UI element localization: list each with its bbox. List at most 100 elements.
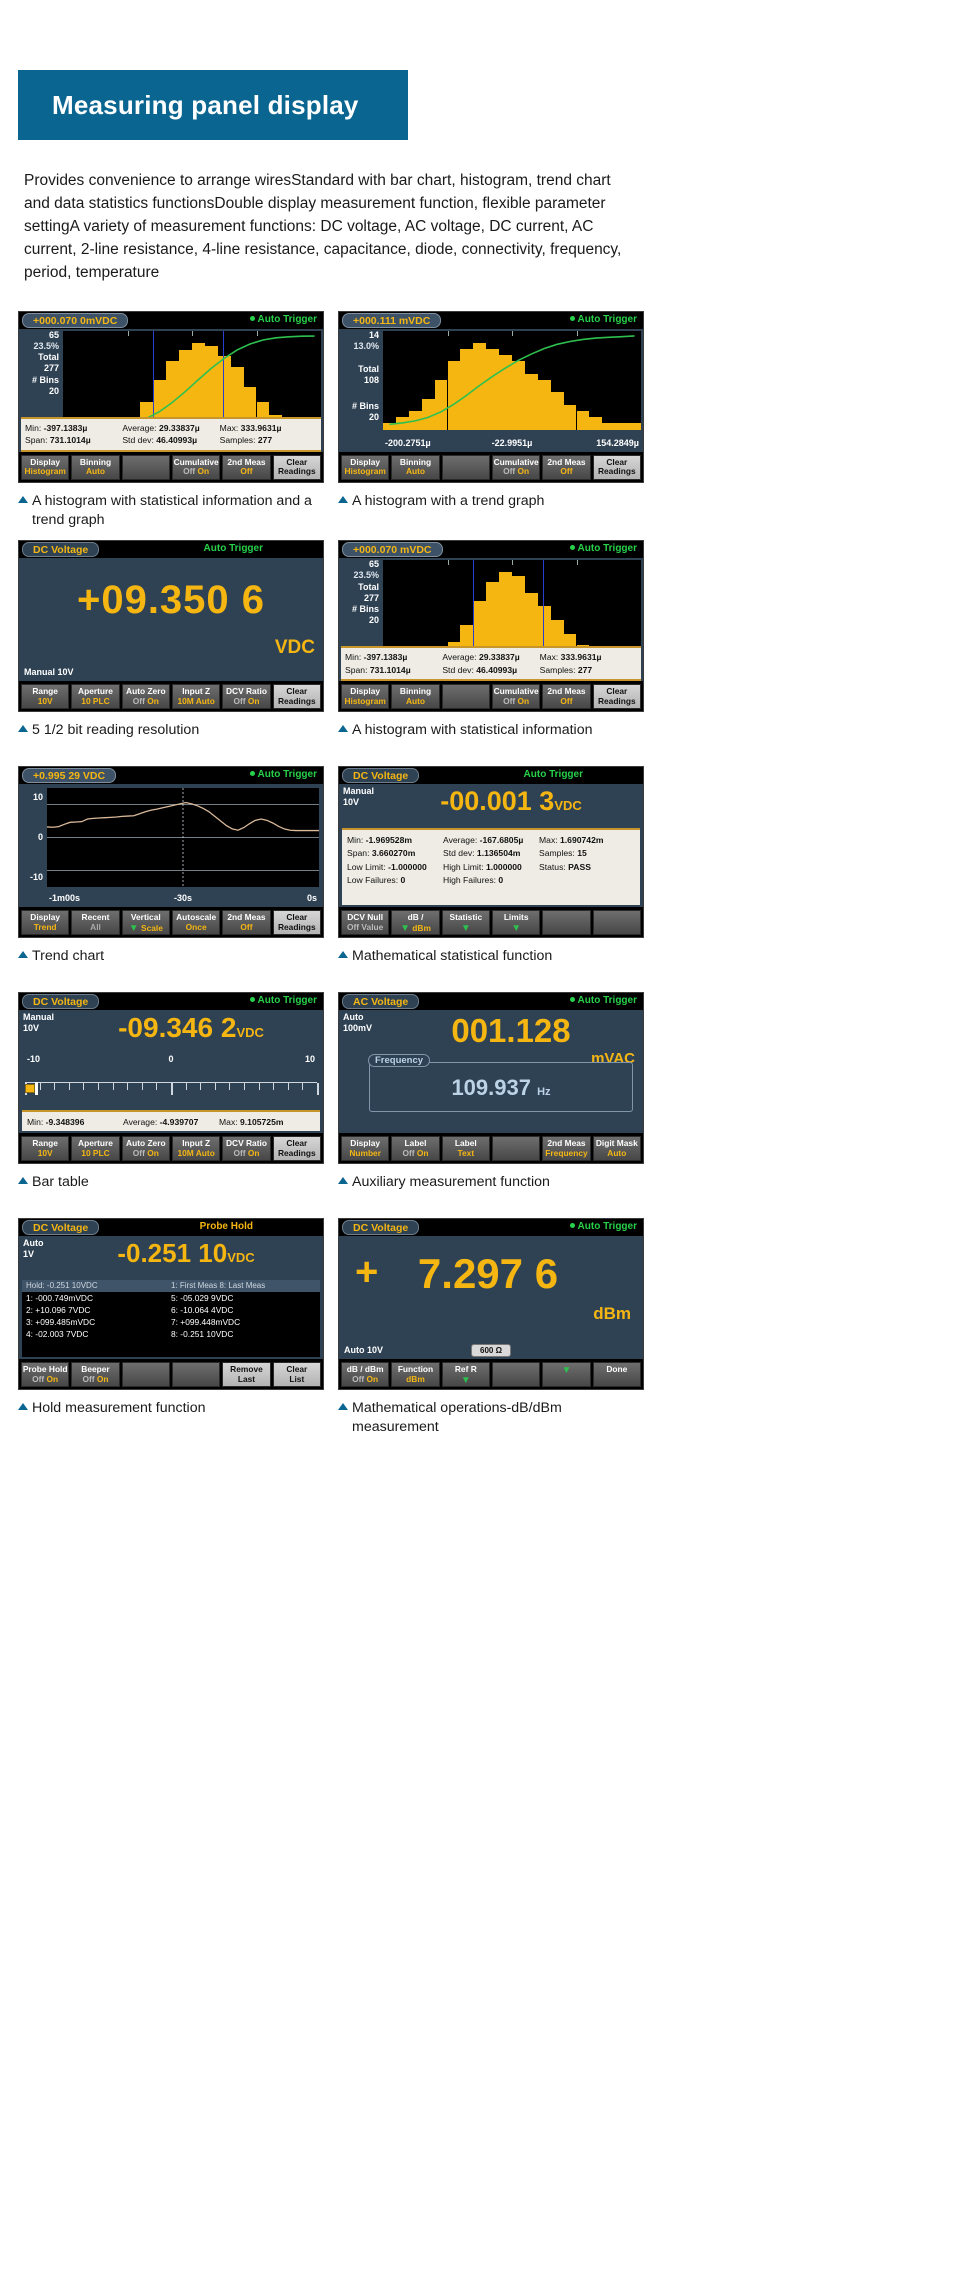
softkey-blank-3[interactable] <box>171 1362 221 1388</box>
softkey-2nd-meas[interactable]: 2nd Meas Off <box>542 684 591 710</box>
aux-label[interactable]: Frequency <box>368 1054 431 1068</box>
softkey-blank-4[interactable]: ▼ <box>542 1362 591 1388</box>
softkey-dcv-ratio[interactable]: DCV Ratio Off On <box>222 684 271 710</box>
stat-min: -397.1383µ <box>43 422 88 433</box>
softkey-label[interactable]: Label Off On <box>391 1136 440 1162</box>
softkey-blank-2[interactable] <box>441 684 490 710</box>
softkey-cumulative[interactable]: Cumulative Off On <box>491 684 541 710</box>
softkey-statistic[interactable]: Statistic ▼ <box>441 910 490 936</box>
softkey-auto-zero[interactable]: Auto Zero Off On <box>121 684 170 710</box>
bin-count: 65 <box>48 329 59 340</box>
measurement-tab[interactable]: DC Voltage <box>22 542 100 558</box>
softkey-blank-2[interactable] <box>121 454 170 480</box>
screen-topbar: DC Voltage Auto Trigger <box>339 767 643 785</box>
softkey-probe-hold[interactable]: Probe Hold Off On <box>21 1362 70 1388</box>
hold-entry-left: 1: -000.749mVDC <box>26 1293 94 1304</box>
softkey-auto-zero[interactable]: Auto Zero Off On <box>121 1136 170 1162</box>
trigger-status: Probe Hold <box>199 1221 253 1233</box>
softkey-beeper[interactable]: Beeper Off On <box>71 1362 120 1388</box>
softkey-recent[interactable]: Recent All <box>71 910 120 936</box>
softkey-toggle: Off On <box>32 1373 59 1384</box>
bullet-triangle-icon <box>338 725 348 733</box>
softkey-vertical[interactable]: Vertical ▼ Scale <box>121 910 170 936</box>
softkey-display[interactable]: Display Histogram <box>341 684 390 710</box>
softkey-toggle: Off On <box>132 1147 159 1158</box>
softkey-cumulative[interactable]: Cumulative Off On <box>491 454 541 480</box>
measurement-tab[interactable]: +000.070 mVDC <box>342 542 443 558</box>
softkey-2nd-meas[interactable]: 2nd Meas Frequency <box>542 1136 591 1162</box>
softkey-range[interactable]: Range 10V <box>21 684 70 710</box>
softkey-limits[interactable]: Limits ▼ <box>491 910 541 936</box>
reading-unit: VDC <box>236 1025 264 1041</box>
softkey-toggle: Off On <box>503 466 530 477</box>
softkey-digit-mask[interactable]: Digit Mask Auto <box>592 1136 641 1162</box>
softkey-blank-3[interactable] <box>491 1362 541 1388</box>
softkey-2nd-meas[interactable]: 2nd Meas Off <box>542 454 591 480</box>
softkey-clear[interactable]: Clear Readings <box>272 910 321 936</box>
softkey-autoscale[interactable]: Autoscale Once <box>171 910 221 936</box>
softkey-2nd-meas[interactable]: 2nd Meas Off <box>222 454 271 480</box>
softkey-blank-5[interactable] <box>592 910 641 936</box>
softkey-label: Clear <box>286 1138 308 1149</box>
softkey-clear[interactable]: Clear Readings <box>272 684 321 710</box>
measurement-tab[interactable]: DC Voltage <box>22 994 100 1010</box>
softkey-binning[interactable]: Binning Auto <box>391 454 440 480</box>
panel-cell-hist-trend2: +000.111 mVDC Auto Trigger 14 13.0% Tota… <box>338 310 644 530</box>
softkey-blank-3[interactable] <box>491 1136 541 1162</box>
softkey-binning[interactable]: Binning Auto <box>391 684 440 710</box>
measurement-tab[interactable]: +000.111 mVDC <box>342 312 442 328</box>
measurement-tab[interactable]: +000.070 0mVDC <box>22 312 129 328</box>
softkey-clear[interactable]: Clear Readings <box>272 1136 321 1162</box>
softkey-value: Readings <box>597 695 636 706</box>
softkey-bar: dB / dBm Off On Function dBm Ref R ▼ ▼ Done <box>339 1359 643 1390</box>
stat-std: 1.136504m <box>476 848 521 859</box>
screen-topbar: +0.995 29 VDC Auto Trigger <box>19 767 323 785</box>
reading-unit: dBm <box>593 1304 631 1324</box>
stat-avg: 29.33837µ <box>158 422 200 433</box>
total-label: Total <box>358 581 379 592</box>
histogram-left-info: 14 13.0% Total 108 # Bins 20 <box>339 329 383 452</box>
softkey-dcv-null[interactable]: DCV Null Off Value <box>341 910 390 936</box>
softkey-label[interactable]: Label Text <box>441 1136 490 1162</box>
aux-value: 109.937 <box>451 1075 531 1101</box>
softkey-ref-r[interactable]: Ref R ▼ <box>441 1362 490 1388</box>
measurement-tab[interactable]: AC Voltage <box>342 994 420 1010</box>
softkey-clear[interactable]: Clear Readings <box>272 454 321 480</box>
softkey-label: 2nd Meas <box>227 912 266 923</box>
softkey-range[interactable]: Range 10V <box>21 1136 70 1162</box>
softkey-label: Aperture <box>78 686 113 697</box>
softkey-2nd-meas[interactable]: 2nd Meas Off <box>222 910 271 936</box>
reading-value: -0.251 10 <box>117 1238 228 1269</box>
softkey-binning[interactable]: Binning Auto <box>71 454 120 480</box>
softkey-aperture[interactable]: Aperture 10 PLC <box>71 1136 120 1162</box>
softkey-db-[interactable]: dB / ▼ dBm <box>391 910 440 936</box>
softkey-aperture[interactable]: Aperture 10 PLC <box>71 684 120 710</box>
softkey-display[interactable]: Display Histogram <box>341 454 390 480</box>
softkey-dcv-ratio[interactable]: DCV Ratio Off On <box>222 1136 271 1162</box>
softkey-blank-2[interactable] <box>121 1362 170 1388</box>
softkey-clear[interactable]: Clear Readings <box>592 454 641 480</box>
softkey-blank-2[interactable] <box>441 454 490 480</box>
softkey-clear[interactable]: Clear List <box>272 1362 321 1388</box>
softkey-display[interactable]: Display Trend <box>21 910 70 936</box>
softkey-remove[interactable]: Remove Last <box>222 1362 271 1388</box>
softkey-db-dbm[interactable]: dB / dBm Off On <box>341 1362 390 1388</box>
softkey-blank-4[interactable] <box>542 910 591 936</box>
softkey-label: 2nd Meas <box>547 1138 586 1149</box>
softkey-cumulative[interactable]: Cumulative Off On <box>171 454 221 480</box>
softkey-display[interactable]: Display Number <box>341 1136 390 1162</box>
softkey-input-z[interactable]: Input Z 10M Auto <box>171 1136 221 1162</box>
measurement-tab[interactable]: DC Voltage <box>342 1220 420 1236</box>
measurement-tab[interactable]: +0.995 29 VDC <box>22 768 117 784</box>
softkey-clear[interactable]: Clear Readings <box>592 684 641 710</box>
softkey-function[interactable]: Function dBm <box>391 1362 440 1388</box>
panel-grid: +000.070 0mVDC Auto Trigger 65 23.5% Tot… <box>18 310 644 1448</box>
reading-value: 7.297 6 <box>417 1250 559 1298</box>
measurement-tab[interactable]: DC Voltage <box>342 768 420 784</box>
softkey-input-z[interactable]: Input Z 10M Auto <box>171 684 221 710</box>
bullet-triangle-icon <box>338 1177 348 1185</box>
measurement-tab[interactable]: DC Voltage <box>22 1220 100 1236</box>
softkey-done[interactable]: Done <box>592 1362 641 1388</box>
softkey-display[interactable]: Display Histogram <box>21 454 70 480</box>
softkey-toggle: Off On <box>352 1373 379 1384</box>
